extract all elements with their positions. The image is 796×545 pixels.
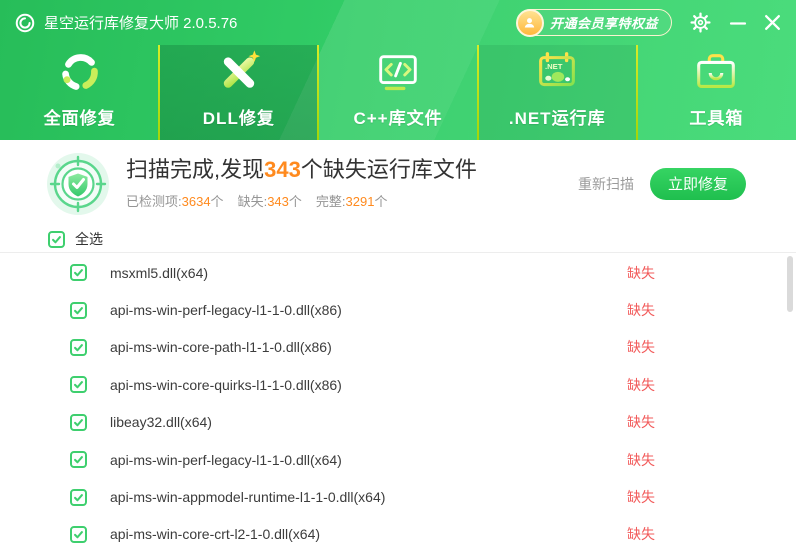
list-item: api-ms-win-perf-legacy-l1-1-0.dll(x64) 缺…: [0, 441, 796, 478]
tab-toolbox[interactable]: 工具箱: [637, 45, 796, 140]
gear-icon: [690, 12, 711, 33]
stat-checked: 已检测项:3634个: [126, 191, 224, 210]
checkmark-icon: [51, 234, 62, 245]
member-avatar-icon: [516, 9, 544, 37]
dll-x-icon: [214, 45, 264, 101]
list-item: api-ms-win-core-quirks-l1-1-0.dll(x86) 缺…: [0, 366, 796, 403]
list-item: api-ms-win-appmodel-runtime-l1-1-0.dll(x…: [0, 478, 796, 515]
fix-now-button[interactable]: 立即修复: [650, 168, 746, 200]
tab-label: 全面修复: [44, 104, 116, 129]
item-name: api-ms-win-core-quirks-l1-1-0.dll(x86): [110, 377, 342, 393]
app-title: 星空运行库修复大师 2.0.5.76: [44, 12, 237, 33]
item-status: 缺失: [627, 337, 655, 357]
tab-label: 工具箱: [689, 104, 743, 129]
scan-title-suffix: 个缺失运行库文件: [301, 157, 477, 182]
checkmark-icon: [73, 305, 84, 316]
app-window: 星空运行库修复大师 2.0.5.76 开通会员享特权益: [0, 0, 796, 545]
item-name: api-ms-win-core-crt-l2-1-0.dll(x64): [110, 526, 320, 542]
checkmark-icon: [73, 529, 84, 540]
tab-dotnet-runtime[interactable]: .NET .NET运行库: [478, 45, 637, 140]
item-name: api-ms-win-perf-legacy-l1-1-0.dll(x86): [110, 302, 342, 318]
minimize-icon: [729, 14, 747, 32]
item-status: 缺失: [627, 524, 655, 544]
item-checkbox[interactable]: [70, 264, 87, 281]
list-item: api-ms-win-core-crt-l2-1-0.dll(x64) 缺失: [0, 516, 796, 545]
rescan-button[interactable]: 重新扫描: [578, 174, 634, 194]
stat-missing: 缺失:343个: [238, 191, 302, 210]
item-name: api-ms-win-appmodel-runtime-l1-1-0.dll(x…: [110, 489, 385, 505]
cpp-monitor-icon: [373, 45, 423, 101]
item-checkbox[interactable]: [70, 302, 87, 319]
checkmark-icon: [73, 379, 84, 390]
list-item: msxml5.dll(x64) 缺失: [0, 254, 796, 291]
item-status: 缺失: [627, 487, 655, 507]
item-name: msxml5.dll(x64): [110, 265, 208, 281]
tab-dll-repair[interactable]: DLL修复: [159, 45, 318, 140]
tab-label: DLL修复: [203, 104, 275, 129]
nav-tabs: 全面修复 DLL修复: [0, 45, 796, 140]
item-checkbox[interactable]: [70, 339, 87, 356]
checkmark-icon: [73, 492, 84, 503]
toolbox-icon: [691, 45, 741, 101]
minimize-button[interactable]: [726, 11, 750, 35]
item-checkbox[interactable]: [70, 376, 87, 393]
titlebar: 星空运行库修复大师 2.0.5.76 开通会员享特权益: [0, 0, 796, 45]
select-all-checkbox[interactable]: [48, 231, 65, 248]
scan-info: 扫描完成,发现343个缺失运行库文件 已检测项:3634个 缺失:343个 完整…: [126, 157, 477, 209]
stat-intact: 完整:3291个: [316, 191, 388, 210]
checkmark-icon: [73, 417, 84, 428]
item-status: 缺失: [627, 450, 655, 470]
close-icon: [763, 13, 782, 32]
item-checkbox[interactable]: [70, 526, 87, 543]
item-name: libeay32.dll(x64): [110, 414, 212, 430]
item-status: 缺失: [627, 300, 655, 320]
member-button-label: 开通会员享特权益: [550, 13, 658, 32]
user-icon: [522, 15, 537, 30]
svg-text:.NET: .NET: [545, 62, 563, 71]
item-status: 缺失: [627, 412, 655, 432]
refresh-icon: [55, 45, 105, 101]
list-item: api-ms-win-perf-legacy-l1-1-0.dll(x86) 缺…: [0, 291, 796, 328]
item-name: api-ms-win-perf-legacy-l1-1-0.dll(x64): [110, 452, 342, 468]
settings-button[interactable]: [688, 11, 712, 35]
checkmark-icon: [73, 342, 84, 353]
tab-label: .NET运行库: [509, 104, 606, 129]
dotnet-board-icon: .NET: [532, 45, 582, 101]
scan-result-bar: 扫描完成,发现343个缺失运行库文件 已检测项:3634个 缺失:343个 完整…: [0, 140, 796, 227]
item-checkbox[interactable]: [70, 414, 87, 431]
item-checkbox[interactable]: [70, 451, 87, 468]
dll-list: msxml5.dll(x64) 缺失 api-ms-win-perf-legac…: [0, 254, 796, 545]
missing-count: 343: [264, 157, 301, 182]
scrollbar-thumb[interactable]: [787, 256, 793, 312]
tab-full-repair[interactable]: 全面修复: [0, 45, 159, 140]
scan-shield-icon: [45, 151, 111, 217]
tab-label: C++库文件: [353, 104, 442, 129]
scan-stats: 已检测项:3634个 缺失:343个 完整:3291个: [126, 191, 477, 210]
close-button[interactable]: [760, 11, 784, 35]
tab-cpp-library[interactable]: C++库文件: [318, 45, 477, 140]
item-checkbox[interactable]: [70, 489, 87, 506]
checkmark-icon: [73, 454, 84, 465]
item-name: api-ms-win-core-path-l1-1-0.dll(x86): [110, 339, 332, 355]
select-all-label: 全选: [75, 229, 103, 249]
list-item: libeay32.dll(x64) 缺失: [0, 404, 796, 441]
scan-title-prefix: 扫描完成,发现: [126, 157, 264, 182]
item-status: 缺失: [627, 263, 655, 283]
list-item: api-ms-win-core-path-l1-1-0.dll(x86) 缺失: [0, 329, 796, 366]
item-status: 缺失: [627, 375, 655, 395]
app-logo-icon: [14, 12, 36, 34]
select-all-row: 全选: [0, 226, 796, 253]
member-button[interactable]: 开通会员享特权益: [517, 9, 672, 36]
scan-title: 扫描完成,发现343个缺失运行库文件: [126, 157, 477, 183]
checkmark-icon: [73, 267, 84, 278]
